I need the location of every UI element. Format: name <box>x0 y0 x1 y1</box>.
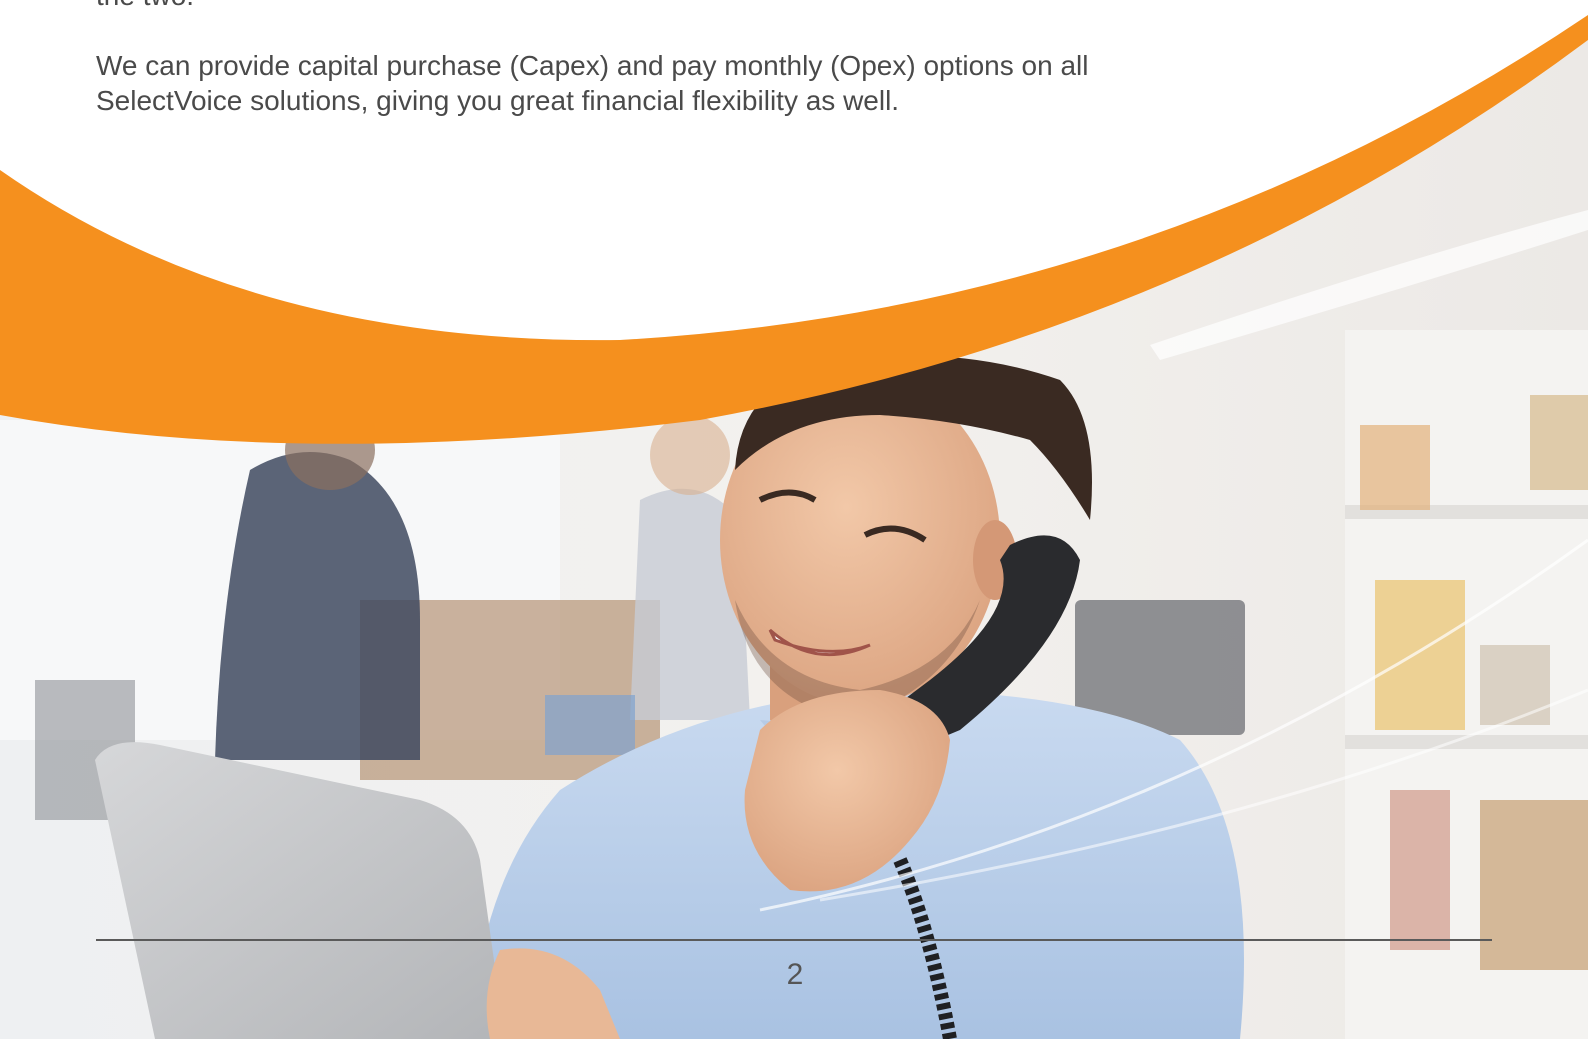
footer-divider <box>96 939 1492 941</box>
page-number: 2 <box>786 958 804 991</box>
body-text: the two. We can provide capital purchase… <box>96 0 1196 118</box>
financing-paragraph: We can provide capital purchase (Capex) … <box>96 50 1089 116</box>
office-photo <box>0 0 1588 1039</box>
partial-line: the two. <box>96 0 1196 13</box>
document-page: the two. We can provide capital purchase… <box>0 0 1588 1039</box>
